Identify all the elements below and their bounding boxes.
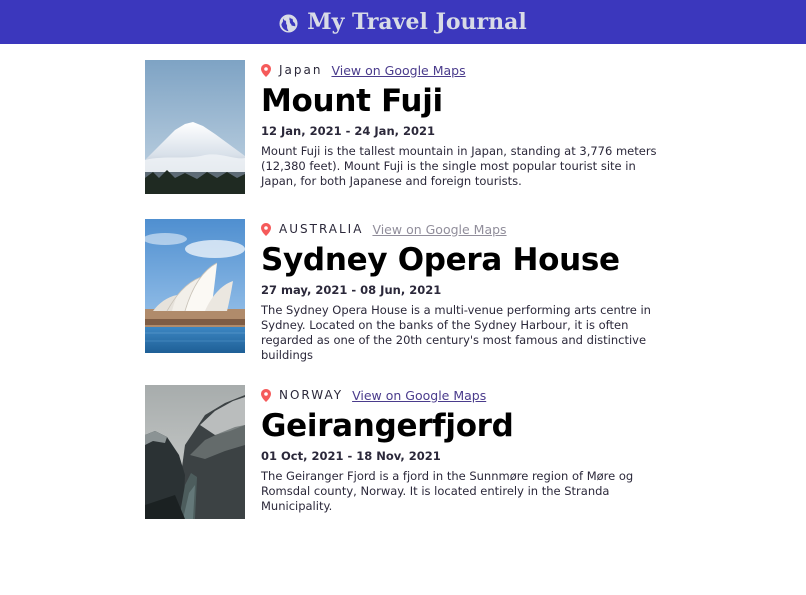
entry-dates: 01 Oct, 2021 - 18 Nov, 2021 [261,449,441,463]
location-row: AUSTRALIA View on Google Maps [261,219,661,239]
entry-description: The Sydney Opera House is a multi-venue … [261,303,651,362]
entry-title: Geirangerfjord [261,408,514,444]
entry-description: The Geiranger Fjord is a fjord in the Su… [261,469,634,513]
journal-entries: Japan View on Google Maps Mount Fuji 12 … [145,60,665,544]
map-pin-icon [261,222,271,236]
entry-info: Japan View on Google Maps Mount Fuji 12 … [261,60,661,194]
entry-dates: 12 Jan, 2021 - 24 Jan, 2021 [261,124,436,138]
journal-entry: Japan View on Google Maps Mount Fuji 12 … [145,60,665,194]
entry-title: Sydney Opera House [261,242,620,278]
geirangerfjord-photo [145,385,245,519]
country-label: Japan [279,63,323,77]
google-maps-link[interactable]: View on Google Maps [352,388,486,403]
google-maps-link[interactable]: View on Google Maps [372,222,506,237]
map-pin-icon [261,63,271,77]
entry-dates: 27 may, 2021 - 08 Jun, 2021 [261,283,442,297]
entry-info: NORWAY View on Google Maps Geirangerfjor… [261,385,661,519]
location-row: NORWAY View on Google Maps [261,385,661,405]
globe-icon [279,13,298,33]
entry-title: Mount Fuji [261,83,443,119]
mount-fuji-photo [145,60,245,194]
map-pin-icon [261,388,271,402]
country-label: NORWAY [279,388,344,402]
sydney-opera-house-photo [145,219,245,353]
google-maps-link[interactable]: View on Google Maps [331,63,465,78]
entry-info: AUSTRALIA View on Google Maps Sydney Ope… [261,219,661,362]
country-label: AUSTRALIA [279,222,364,236]
entry-description: Mount Fuji is the tallest mountain in Ja… [261,144,657,188]
journal-entry: NORWAY View on Google Maps Geirangerfjor… [145,385,665,519]
location-row: Japan View on Google Maps [261,60,661,80]
app-title: My Travel Journal [307,9,527,35]
journal-entry: AUSTRALIA View on Google Maps Sydney Ope… [145,219,665,362]
app-header: My Travel Journal [0,0,806,44]
